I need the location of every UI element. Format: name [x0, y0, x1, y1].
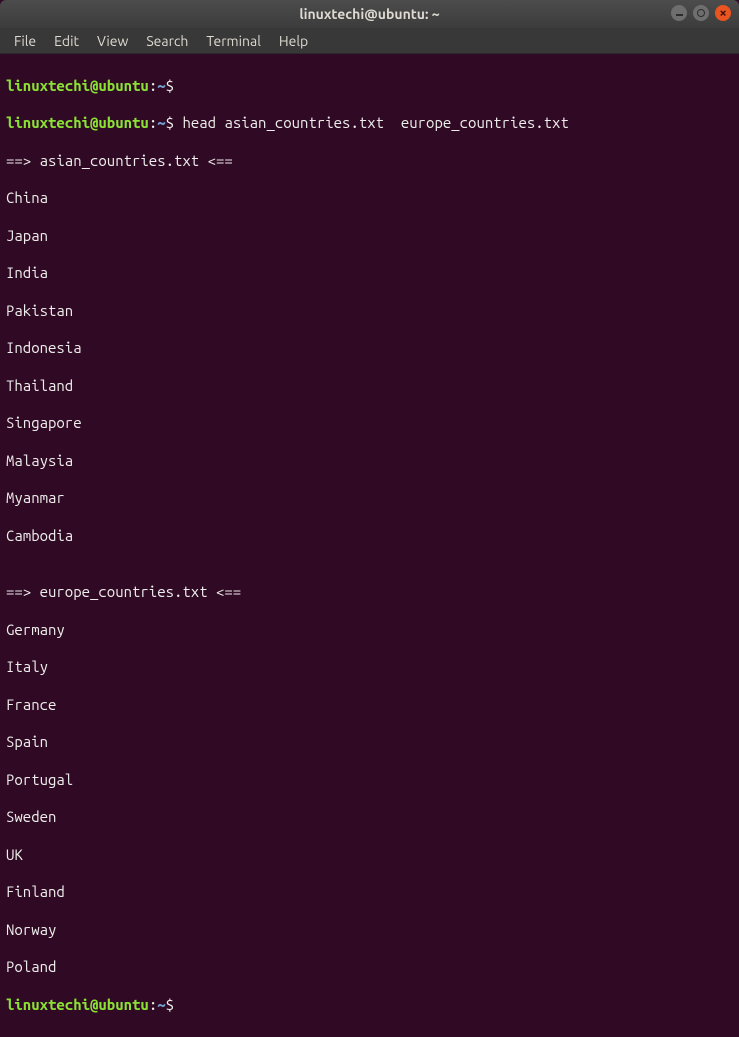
output-line: Thailand	[6, 377, 733, 396]
prompt-user: linuxtechi@ubuntu	[6, 996, 149, 1013]
output-line: India	[6, 264, 733, 283]
window-title: linuxtechi@ubuntu: ~	[299, 6, 439, 22]
output-line: France	[6, 696, 733, 715]
prompt-sep: :	[149, 996, 157, 1013]
prompt-end: $	[166, 114, 174, 131]
output-line: Japan	[6, 227, 733, 246]
file-header: ==> europe_countries.txt <==	[6, 583, 733, 602]
output-line: Portugal	[6, 771, 733, 790]
maximize-button[interactable]	[693, 5, 709, 21]
titlebar: linuxtechi@ubuntu: ~	[0, 0, 739, 28]
menu-file[interactable]: File	[6, 30, 44, 52]
output-line: Spain	[6, 733, 733, 752]
prompt-end: $	[166, 77, 174, 94]
output-line: Poland	[6, 958, 733, 977]
output-line: Malaysia	[6, 452, 733, 471]
menu-search[interactable]: Search	[138, 30, 196, 52]
output-line: Myanmar	[6, 489, 733, 508]
output-line: Germany	[6, 621, 733, 640]
output-line: Indonesia	[6, 339, 733, 358]
prompt-user: linuxtechi@ubuntu	[6, 77, 149, 94]
prompt-user: linuxtechi@ubuntu	[6, 114, 149, 131]
menu-view[interactable]: View	[89, 30, 136, 52]
output-line: Italy	[6, 658, 733, 677]
output-line: Norway	[6, 921, 733, 940]
prompt-line: linuxtechi@ubuntu:~$ head asian_countrie…	[6, 114, 733, 133]
command-text: head asian_countries.txt europe_countrie…	[182, 114, 568, 131]
close-button[interactable]	[715, 5, 731, 21]
prompt-line: linuxtechi@ubuntu:~$	[6, 996, 733, 1015]
output-line: Cambodia	[6, 527, 733, 546]
menubar: File Edit View Search Terminal Help	[0, 28, 739, 54]
prompt-path: ~	[157, 996, 165, 1013]
output-line: Singapore	[6, 414, 733, 433]
menu-edit[interactable]: Edit	[46, 30, 87, 52]
window-controls	[671, 5, 731, 21]
menu-terminal[interactable]: Terminal	[198, 30, 269, 52]
terminal-output[interactable]: linuxtechi@ubuntu:~$ linuxtechi@ubuntu:~…	[0, 54, 739, 1037]
prompt-path: ~	[157, 77, 165, 94]
prompt-path: ~	[157, 114, 165, 131]
output-line: UK	[6, 846, 733, 865]
prompt-sep: :	[149, 77, 157, 94]
file-header: ==> asian_countries.txt <==	[6, 152, 733, 171]
menu-help[interactable]: Help	[271, 30, 316, 52]
output-line: China	[6, 189, 733, 208]
minimize-button[interactable]	[671, 5, 687, 21]
prompt-line: linuxtechi@ubuntu:~$	[6, 77, 733, 96]
output-line: Sweden	[6, 808, 733, 827]
prompt-end: $	[166, 996, 174, 1013]
output-line: Pakistan	[6, 302, 733, 321]
output-line: Finland	[6, 883, 733, 902]
prompt-sep: :	[149, 114, 157, 131]
